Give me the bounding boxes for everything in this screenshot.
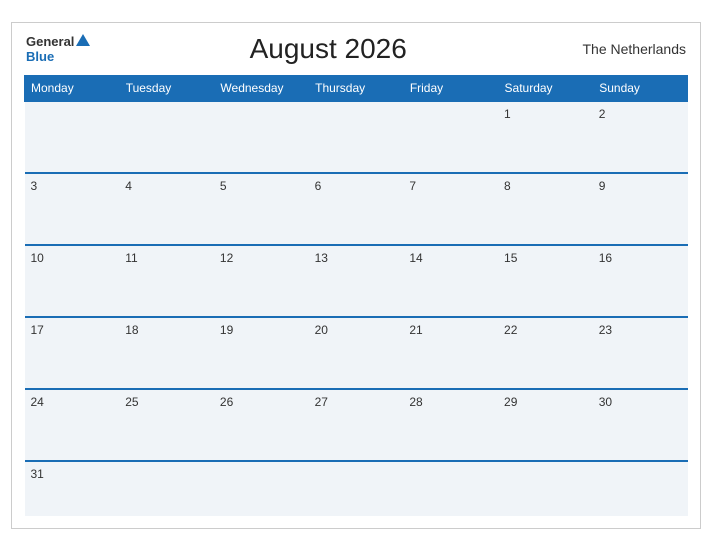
day-number: 6: [315, 179, 322, 193]
calendar-day-cell: 9: [593, 173, 688, 245]
day-number: 21: [409, 323, 422, 337]
day-number: 23: [599, 323, 612, 337]
day-number: 28: [409, 395, 422, 409]
day-number: 25: [125, 395, 138, 409]
logo-general-text: General: [26, 34, 90, 50]
calendar-day-cell: 31: [25, 461, 120, 516]
calendar-day-cell: [119, 101, 214, 173]
calendar-day-cell: 13: [309, 245, 404, 317]
day-number: 14: [409, 251, 422, 265]
country-label: The Netherlands: [566, 41, 686, 57]
calendar-day-cell: 1: [498, 101, 593, 173]
calendar-day-cell: 30: [593, 389, 688, 461]
logo-triangle-icon: [76, 34, 90, 46]
calendar-day-cell: [214, 101, 309, 173]
weekday-header-sunday: Sunday: [593, 75, 688, 101]
calendar-day-cell: 2: [593, 101, 688, 173]
calendar-day-cell: 16: [593, 245, 688, 317]
calendar-week-row: 31: [25, 461, 688, 516]
calendar-day-cell: [403, 461, 498, 516]
day-number: 9: [599, 179, 606, 193]
day-number: 19: [220, 323, 233, 337]
calendar-day-cell: [309, 101, 404, 173]
day-number: 16: [599, 251, 612, 265]
calendar-day-cell: 26: [214, 389, 309, 461]
calendar-day-cell: 6: [309, 173, 404, 245]
day-number: 2: [599, 107, 606, 121]
day-number: 12: [220, 251, 233, 265]
day-number: 29: [504, 395, 517, 409]
calendar-container: General Blue August 2026 The Netherlands…: [11, 22, 701, 529]
day-number: 18: [125, 323, 138, 337]
day-number: 13: [315, 251, 328, 265]
day-number: 5: [220, 179, 227, 193]
weekday-header-tuesday: Tuesday: [119, 75, 214, 101]
calendar-week-row: 17 18 19 20 21 22 23: [25, 317, 688, 389]
calendar-day-cell: 20: [309, 317, 404, 389]
calendar-day-cell: [593, 461, 688, 516]
calendar-day-cell: [498, 461, 593, 516]
day-number: 24: [31, 395, 44, 409]
day-number: 17: [31, 323, 44, 337]
calendar-day-cell: 17: [25, 317, 120, 389]
calendar-week-row: 24 25 26 27 28 29 30: [25, 389, 688, 461]
calendar-day-cell: 28: [403, 389, 498, 461]
calendar-header: General Blue August 2026 The Netherlands: [24, 33, 688, 65]
calendar-day-cell: [403, 101, 498, 173]
calendar-week-row: 10 11 12 13 14 15 16: [25, 245, 688, 317]
day-number: 10: [31, 251, 44, 265]
weekday-header-monday: Monday: [25, 75, 120, 101]
calendar-day-cell: 3: [25, 173, 120, 245]
calendar-day-cell: 14: [403, 245, 498, 317]
weekday-header-row: MondayTuesdayWednesdayThursdayFridaySatu…: [25, 75, 688, 101]
day-number: 15: [504, 251, 517, 265]
day-number: 27: [315, 395, 328, 409]
day-number: 30: [599, 395, 612, 409]
logo-blue-text: Blue: [26, 50, 54, 63]
logo: General Blue: [26, 34, 90, 63]
calendar-table: MondayTuesdayWednesdayThursdayFridaySatu…: [24, 75, 688, 516]
calendar-day-cell: [25, 101, 120, 173]
calendar-day-cell: [309, 461, 404, 516]
calendar-day-cell: [119, 461, 214, 516]
day-number: 26: [220, 395, 233, 409]
calendar-week-row: 12: [25, 101, 688, 173]
calendar-week-row: 3 4 5 6 7 8 9: [25, 173, 688, 245]
calendar-day-cell: 21: [403, 317, 498, 389]
calendar-day-cell: [214, 461, 309, 516]
calendar-day-cell: 29: [498, 389, 593, 461]
day-number: 7: [409, 179, 416, 193]
calendar-day-cell: 24: [25, 389, 120, 461]
weekday-header-thursday: Thursday: [309, 75, 404, 101]
day-number: 11: [125, 251, 137, 265]
calendar-day-cell: 23: [593, 317, 688, 389]
day-number: 8: [504, 179, 511, 193]
calendar-title: August 2026: [90, 33, 566, 65]
calendar-day-cell: 5: [214, 173, 309, 245]
calendar-day-cell: 22: [498, 317, 593, 389]
calendar-day-cell: 4: [119, 173, 214, 245]
calendar-day-cell: 18: [119, 317, 214, 389]
weekday-header-wednesday: Wednesday: [214, 75, 309, 101]
day-number: 1: [504, 107, 511, 121]
calendar-day-cell: 27: [309, 389, 404, 461]
day-number: 22: [504, 323, 517, 337]
calendar-day-cell: 10: [25, 245, 120, 317]
calendar-day-cell: 15: [498, 245, 593, 317]
calendar-day-cell: 8: [498, 173, 593, 245]
weekday-header-friday: Friday: [403, 75, 498, 101]
day-number: 20: [315, 323, 328, 337]
calendar-day-cell: 25: [119, 389, 214, 461]
day-number: 4: [125, 179, 132, 193]
weekday-header-saturday: Saturday: [498, 75, 593, 101]
day-number: 31: [31, 467, 44, 481]
calendar-day-cell: 19: [214, 317, 309, 389]
calendar-day-cell: 12: [214, 245, 309, 317]
calendar-day-cell: 7: [403, 173, 498, 245]
day-number: 3: [31, 179, 38, 193]
calendar-day-cell: 11: [119, 245, 214, 317]
